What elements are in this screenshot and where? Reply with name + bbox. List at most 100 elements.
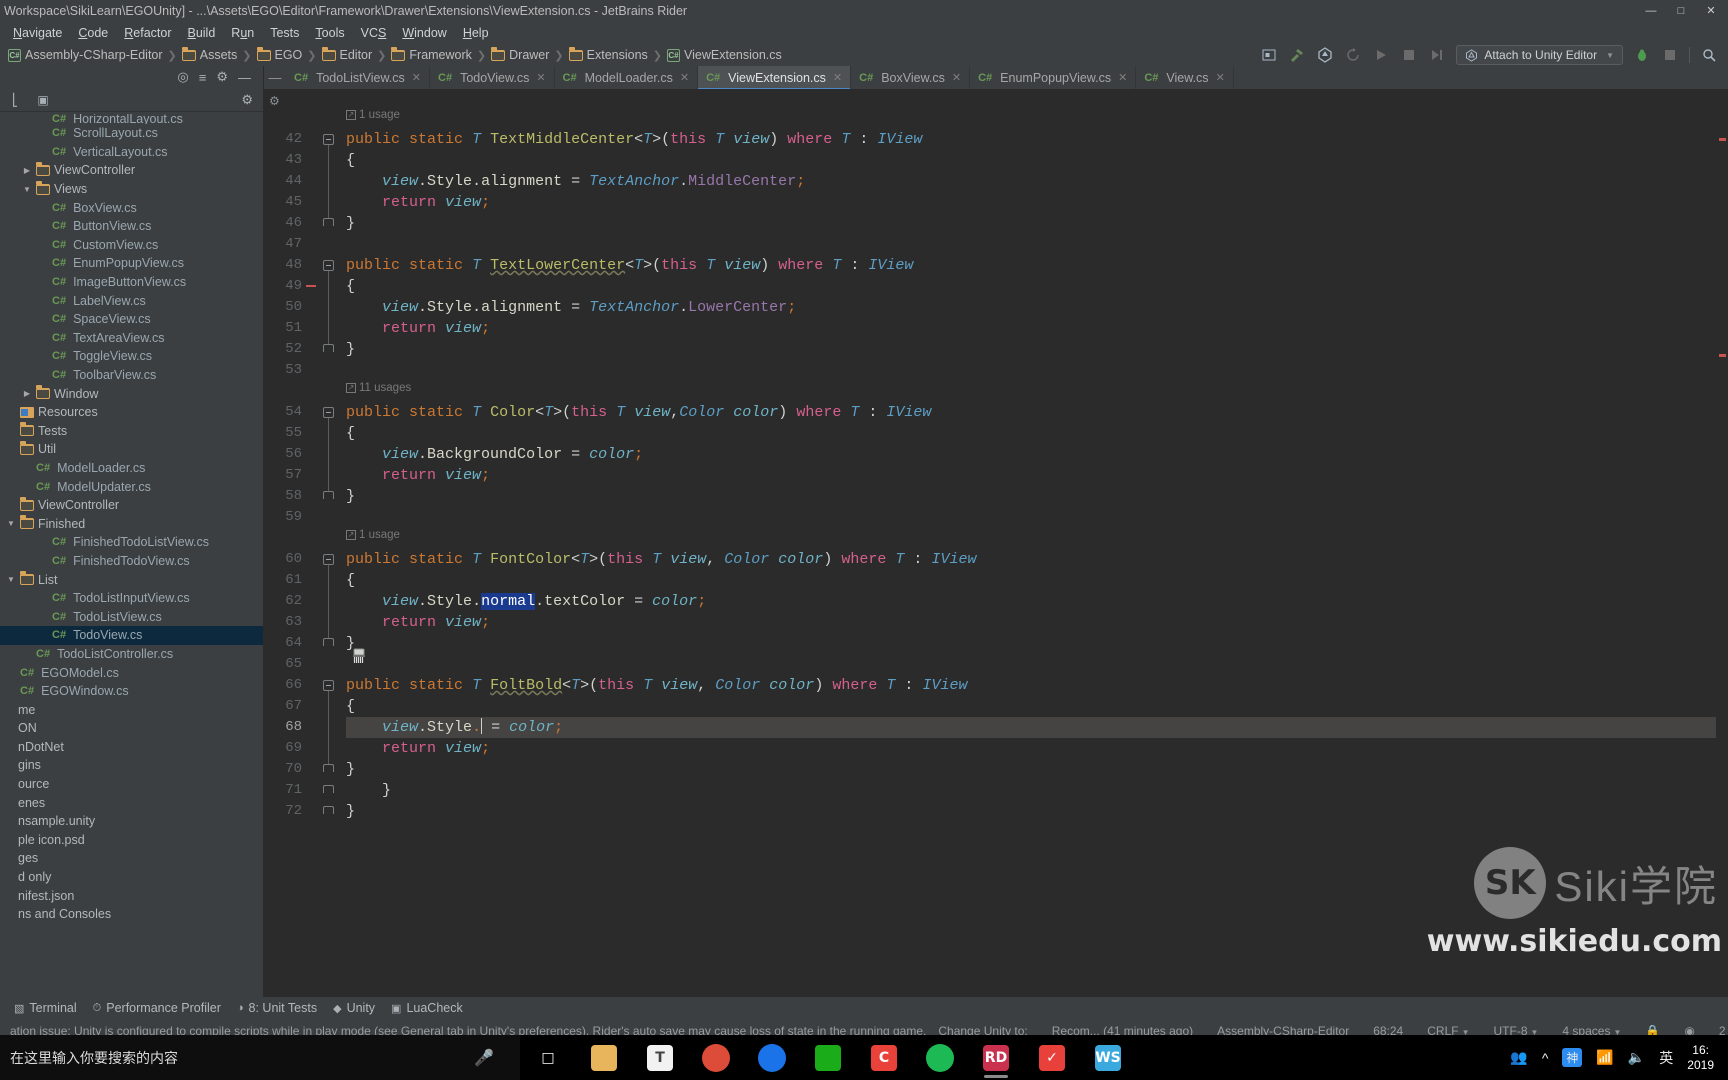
- project-tree[interactable]: C# HorizontalLayout.cs C# ScrollLayout.cs C#…: [0, 112, 263, 997]
- breadcrumb-item-3[interactable]: Editor: [318, 46, 377, 63]
- chevron-right-icon[interactable]: [20, 389, 34, 398]
- chrome-icon[interactable]: [688, 1035, 744, 1080]
- fold-end-icon[interactable]: [323, 344, 334, 352]
- close-icon[interactable]: ✕: [952, 71, 961, 84]
- tree-item[interactable]: C# EnumPopupView.cs: [0, 254, 263, 273]
- unity-icon[interactable]: [1136, 1035, 1192, 1080]
- menu-build[interactable]: Build: [180, 23, 222, 43]
- tree-item[interactable]: List: [0, 570, 263, 589]
- tree-item[interactable]: C# TodoView.cs: [0, 626, 263, 645]
- tree-item[interactable]: Views: [0, 180, 263, 199]
- close-icon[interactable]: ✕: [833, 71, 842, 84]
- tree-item[interactable]: C# EGOModel.cs: [0, 663, 263, 682]
- menu-run[interactable]: Run: [224, 23, 261, 43]
- ime-icon[interactable]: 神: [1562, 1048, 1583, 1067]
- gear-icon[interactable]: ⚙: [216, 69, 228, 85]
- fold-end-icon[interactable]: [323, 785, 334, 793]
- text-editor-icon[interactable]: T: [632, 1035, 688, 1080]
- menu-vcs[interactable]: VCS: [354, 23, 394, 43]
- fold-end-icon[interactable]: [323, 218, 334, 226]
- tree-item[interactable]: ns and Consoles: [0, 905, 263, 924]
- taskbar-clock[interactable]: 16: 2019: [1687, 1043, 1718, 1073]
- tabs-collapse-icon[interactable]: —: [264, 66, 286, 89]
- file-explorer-icon[interactable]: [576, 1035, 632, 1080]
- fold-end-icon[interactable]: [323, 491, 334, 499]
- code-editor[interactable]: ⚙ 42 43 44 45 46 47 48 49 50 51 52 53 54 55 56 57 58 59 …: [264, 90, 1728, 997]
- locate-file-icon[interactable]: ◎: [177, 69, 188, 85]
- code-folding-gutter[interactable]: [306, 90, 365, 997]
- tree-item[interactable]: C# VerticalLayout.cs: [0, 143, 263, 162]
- close-icon[interactable]: ✕: [680, 71, 689, 84]
- open-in-new-window-icon[interactable]: [1256, 45, 1282, 65]
- hide-panel-icon[interactable]: —: [238, 70, 251, 85]
- menu-tools[interactable]: Tools: [308, 23, 351, 43]
- tree-item[interactable]: nDotNet: [0, 738, 263, 757]
- editor-tab[interactable]: C# View.cs ✕: [1136, 66, 1234, 89]
- tree-item[interactable]: C# ButtonView.cs: [0, 217, 263, 236]
- task-view-icon[interactable]: □: [520, 1035, 576, 1080]
- tool-luacheck[interactable]: ▣ LuaCheck: [391, 1001, 463, 1015]
- tree-item[interactable]: Resources: [0, 403, 263, 422]
- breadcrumb-item-2[interactable]: EGO: [253, 46, 307, 63]
- tree-item[interactable]: Finished: [0, 514, 263, 533]
- taskbar-search[interactable]: 在这里输入你要搜索的内容 🎤: [0, 1035, 520, 1080]
- tool-unit-tests[interactable]: ◑ 8: Unit Tests: [237, 1001, 317, 1015]
- project-view-icon[interactable]: ⎣: [6, 91, 24, 109]
- checkmarks-icon[interactable]: ✓: [1024, 1035, 1080, 1080]
- chevron-down-icon[interactable]: [4, 519, 18, 528]
- fold-end-icon[interactable]: [323, 764, 334, 772]
- code-text[interactable]: ↗ 1 usage public static T TextMiddleCenter…: [346, 90, 1728, 997]
- chevron-up-icon[interactable]: ^: [1542, 1050, 1549, 1066]
- debug-bug-icon[interactable]: [1629, 45, 1655, 65]
- tree-item[interactable]: C# FinishedTodoView.cs: [0, 552, 263, 571]
- tree-item[interactable]: C# BoxView.cs: [0, 198, 263, 217]
- tree-item[interactable]: nsample.unity: [0, 812, 263, 831]
- maps-icon[interactable]: [744, 1035, 800, 1080]
- breadcrumb-item-0[interactable]: C# Assembly-CSharp-Editor: [4, 47, 167, 63]
- tree-item[interactable]: ple icon.psd: [0, 831, 263, 850]
- menu-window[interactable]: Window: [395, 23, 453, 43]
- microphone-icon[interactable]: 🎤: [474, 1048, 494, 1068]
- tree-item[interactable]: ource: [0, 775, 263, 794]
- tree-item[interactable]: C# TodoListInputView.cs: [0, 589, 263, 608]
- editor-tab[interactable]: C# TodoListView.cs ✕: [286, 66, 430, 89]
- wifi-icon[interactable]: 📶: [1596, 1049, 1613, 1066]
- tree-item[interactable]: enes: [0, 793, 263, 812]
- menu-navigate[interactable]: Navigate: [6, 23, 69, 43]
- browser-icon[interactable]: [912, 1035, 968, 1080]
- volume-icon[interactable]: 🔈: [1628, 1049, 1645, 1066]
- tree-item[interactable]: Window: [0, 384, 263, 403]
- editor-tab[interactable]: C# BoxView.cs ✕: [851, 66, 971, 89]
- wechat-icon[interactable]: [800, 1035, 856, 1080]
- tree-item[interactable]: ViewController: [0, 496, 263, 515]
- editor-gear-icon[interactable]: ⚙: [269, 94, 280, 108]
- tree-item[interactable]: C# ModelLoader.cs: [0, 459, 263, 478]
- usage-hint[interactable]: ↗ 1 usage: [346, 528, 1728, 549]
- close-icon[interactable]: ✕: [412, 71, 421, 84]
- unity-explorer-icon[interactable]: ▣: [34, 91, 52, 109]
- fold-collapse-icon[interactable]: [323, 680, 334, 691]
- search-everywhere-icon[interactable]: [1696, 45, 1722, 65]
- close-icon[interactable]: ✕: [1118, 71, 1127, 84]
- usage-hint[interactable]: ↗ 11 usages: [346, 381, 1728, 402]
- tool-performance-profiler[interactable]: ⏱ Performance Profiler: [93, 1001, 221, 1015]
- usage-hint[interactable]: ↗ 1 usage: [346, 108, 1728, 129]
- tree-item[interactable]: nifest.json: [0, 886, 263, 905]
- camtasia-icon[interactable]: C: [856, 1035, 912, 1080]
- fold-end-icon[interactable]: [323, 638, 334, 646]
- editor-tab-strip[interactable]: — C# TodoListView.cs ✕ C# TodoView.cs ✕ C# Mode…: [264, 66, 1728, 90]
- editor-tab[interactable]: C# ModelLoader.cs ✕: [554, 66, 699, 89]
- menu-code[interactable]: Code: [71, 23, 115, 43]
- tree-item[interactable]: C# HorizontalLayout.cs: [0, 114, 263, 124]
- breadcrumb-item-4[interactable]: Framework: [387, 46, 476, 63]
- tree-item[interactable]: C# ScrollLayout.cs: [0, 124, 263, 143]
- tree-item[interactable]: C# ToggleView.cs: [0, 347, 263, 366]
- close-icon[interactable]: ✕: [536, 71, 545, 84]
- tree-item[interactable]: C# FinishedTodoListView.cs: [0, 533, 263, 552]
- chevron-down-icon[interactable]: [4, 575, 18, 584]
- close-icon[interactable]: ✕: [1216, 71, 1225, 84]
- tree-item[interactable]: C# ImageButtonView.cs: [0, 273, 263, 292]
- fold-collapse-icon[interactable]: [323, 407, 334, 418]
- tree-item[interactable]: C# TextAreaView.cs: [0, 329, 263, 348]
- tree-item[interactable]: d only: [0, 868, 263, 887]
